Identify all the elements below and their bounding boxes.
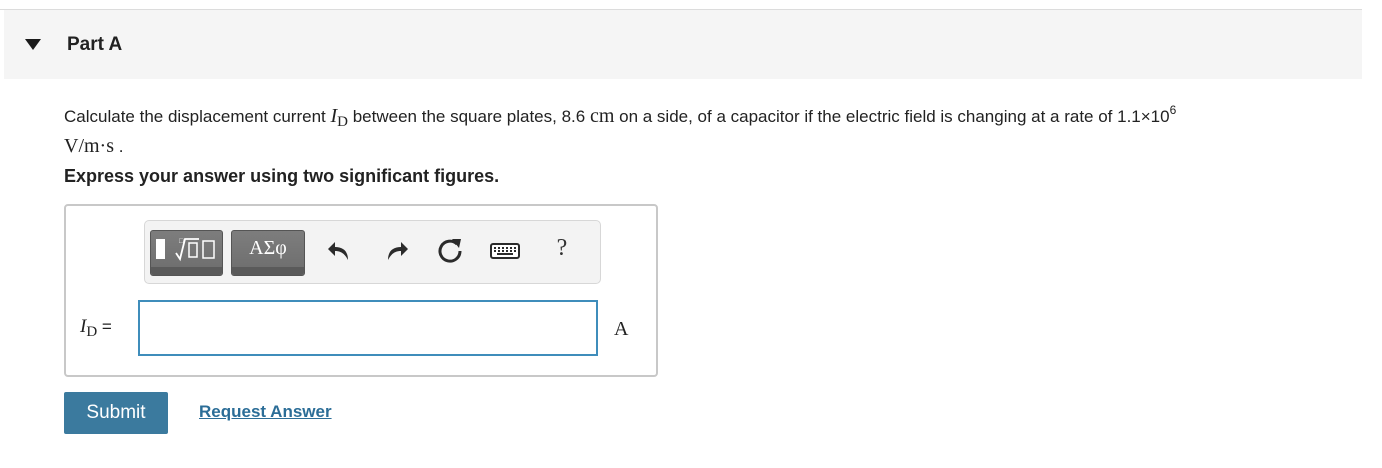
redo-icon[interactable] [381, 235, 411, 265]
templates-button-base [151, 267, 222, 275]
units-label: A [614, 318, 629, 340]
help-button[interactable]: ? [547, 235, 577, 262]
undo-icon[interactable] [325, 235, 355, 265]
question-text: Calculate the displacement current ID be… [64, 98, 1364, 159]
submit-button[interactable]: Submit [64, 392, 168, 434]
collapse-triangle-icon[interactable] [25, 39, 41, 51]
question-middle2: on a side, of a capacitor if the electri… [614, 107, 1170, 126]
question-end: . [114, 137, 124, 156]
greek-button-base [232, 267, 304, 275]
greek-symbols-label: ΑΣφ [249, 237, 287, 259]
question-middle1: between the square plates, 8.6 [348, 107, 590, 126]
answer-label: ID = [80, 316, 112, 340]
answer-box: □ ΑΣφ ? ID = A [64, 204, 658, 377]
greek-symbols-button[interactable]: ΑΣφ [231, 230, 305, 276]
math-toolbar: □ ΑΣφ ? [144, 220, 601, 284]
keyboard-icon[interactable] [489, 235, 521, 265]
answer-input[interactable] [138, 300, 598, 356]
part-title: Part A [67, 34, 123, 55]
question-prefix: Calculate the displacement current [64, 107, 331, 126]
rate-unit: V/m·s [64, 135, 114, 157]
current-symbol: ID [330, 105, 348, 130]
instruction-text: Express your answer using two significan… [64, 166, 500, 186]
part-header[interactable]: Part A [4, 10, 1362, 79]
templates-button[interactable]: □ [150, 230, 223, 276]
request-answer-link[interactable]: Request Answer [199, 402, 332, 422]
reset-icon[interactable] [435, 235, 465, 265]
rate-exponent: 6 [1169, 103, 1177, 117]
templates-icon: □ [156, 238, 215, 262]
length-unit: cm [589, 105, 615, 127]
